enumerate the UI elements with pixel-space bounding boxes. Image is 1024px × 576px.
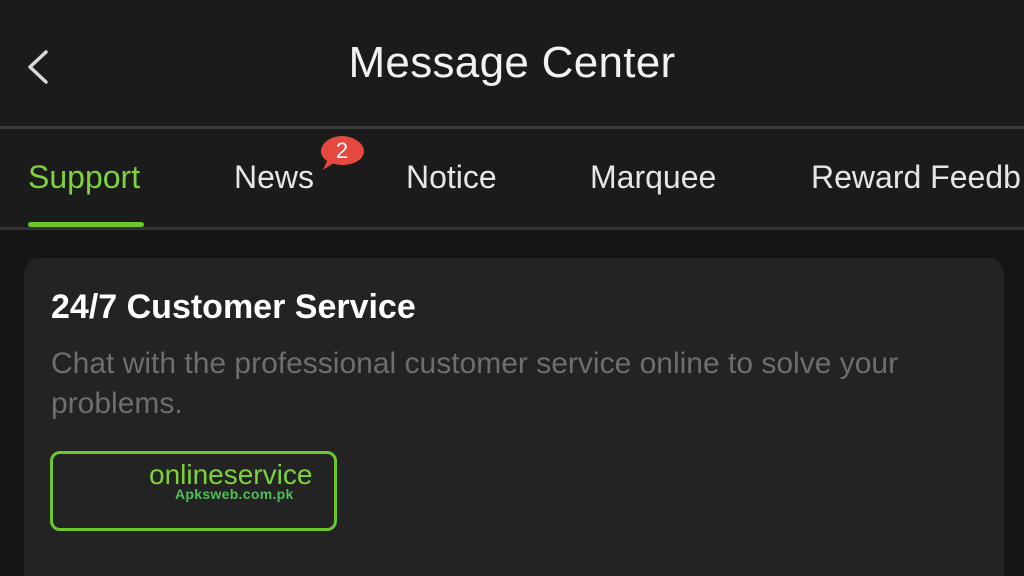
card-description: Chat with the professional customer serv… <box>51 347 899 420</box>
news-badge-count: 2 <box>335 138 349 163</box>
tab-marquee[interactable]: Marquee <box>590 159 716 196</box>
tab-notice[interactable]: Notice <box>406 159 497 196</box>
online-service-button[interactable]: onlineservice Apksweb.com.pk <box>50 451 337 531</box>
customer-service-card: 24/7 Customer Service Chat with the prof… <box>24 258 1004 576</box>
content-area: 24/7 Customer Service Chat with the prof… <box>0 230 1024 576</box>
tab-news[interactable]: News <box>234 159 314 196</box>
card-title: 24/7 Customer Service <box>51 288 416 326</box>
header-bar: Message Center <box>0 0 1024 126</box>
message-center-screen: Message Center Support News 2 Notice Mar… <box>0 0 1024 576</box>
watermark-text: Apksweb.com.pk <box>175 486 294 502</box>
tab-bar: Support News 2 Notice Marquee Reward Fee… <box>0 129 1024 228</box>
tab-reward-feedback[interactable]: Reward Feedb <box>811 159 1021 196</box>
tab-support[interactable]: Support <box>28 159 140 196</box>
page-title: Message Center <box>348 38 676 87</box>
news-unread-badge: 2 <box>320 134 366 172</box>
